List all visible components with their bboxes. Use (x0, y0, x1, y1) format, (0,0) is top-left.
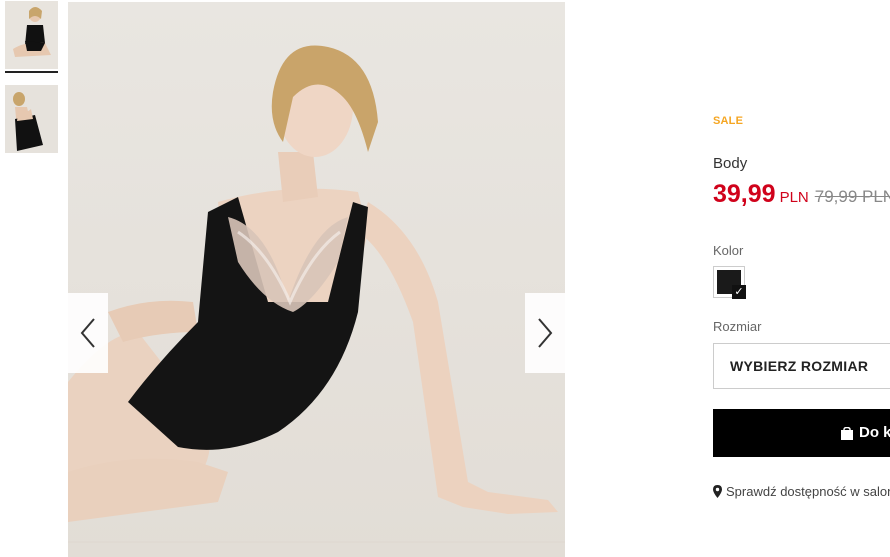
store-availability-text: Sprawdź dostępność w salonie (726, 484, 890, 499)
color-label: Kolor (713, 243, 744, 258)
price-currency: PLN (779, 189, 809, 206)
add-to-cart-button[interactable]: Do koszyka (713, 409, 890, 457)
product-info-panel: SALE Body 39,99 PLN 79,99 PLN Kolor ✓ Rozm… (713, 0, 890, 557)
chevron-right-icon (538, 318, 553, 348)
thumbnail-2[interactable] (5, 85, 58, 153)
price-row: 39,99 PLN 79,99 PLN (713, 180, 890, 209)
product-main-image (68, 2, 565, 557)
size-label: Rozmiar (713, 319, 762, 334)
store-availability-link[interactable]: Sprawdź dostępność w salonie (713, 484, 890, 501)
size-select[interactable]: WYBIERZ ROZMIAR (713, 343, 890, 389)
chevron-left-icon (80, 318, 95, 348)
current-price: 39,99 (713, 180, 776, 208)
checkmark-icon: ✓ (732, 285, 746, 299)
shopping-bag-icon (841, 412, 853, 460)
product-name: Body (713, 155, 748, 172)
add-to-cart-label: Do koszyka (859, 424, 890, 441)
gallery-prev-button[interactable] (68, 293, 108, 373)
map-pin-icon (713, 485, 722, 501)
thumbnail-selected-indicator (5, 71, 58, 73)
old-price: 79,99 PLN (814, 187, 890, 206)
gallery-next-button[interactable] (525, 293, 565, 373)
thumbnail-1[interactable] (5, 1, 58, 69)
color-swatch-black[interactable]: ✓ (713, 266, 746, 299)
sale-badge: SALE (713, 115, 744, 127)
